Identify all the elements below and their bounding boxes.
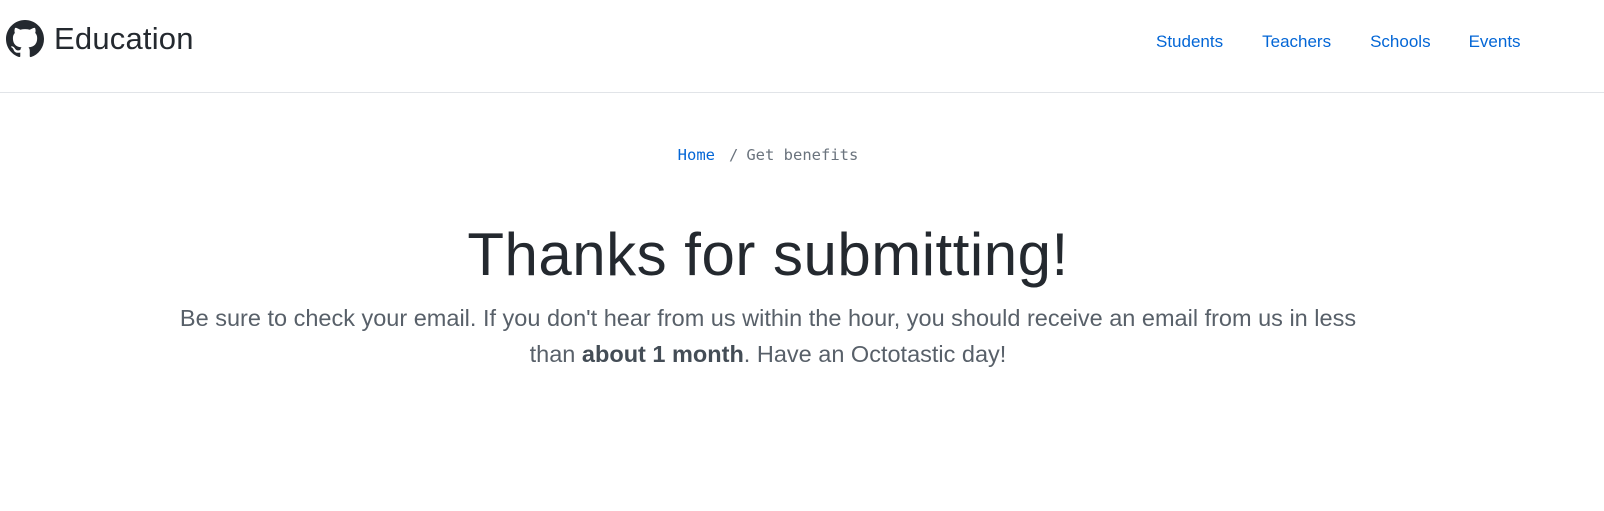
message-text-end: . Have an Octotastic day!: [743, 341, 1007, 367]
site-header: Education Students Teachers Schools Even…: [0, 0, 1604, 93]
main-nav: Students Teachers Schools Events: [1138, 30, 1541, 54]
confirmation-message: Be sure to check your email. If you don'…: [160, 300, 1376, 372]
message-eta: about 1 month: [581, 341, 744, 367]
nav-link-events[interactable]: Events: [1451, 30, 1539, 54]
breadcrumb-separator: /: [729, 146, 739, 164]
breadcrumb: Home / Get benefits: [0, 143, 1536, 167]
brand-link[interactable]: Education: [6, 19, 194, 59]
breadcrumb-current: Get benefits: [746, 146, 859, 164]
brand-name: Education: [54, 21, 194, 56]
github-octocat-icon: [6, 20, 44, 58]
nav-link-teachers[interactable]: Teachers: [1243, 30, 1350, 54]
breadcrumb-home-link[interactable]: Home: [678, 146, 715, 164]
nav-link-schools[interactable]: Schools: [1352, 30, 1448, 54]
page-title: Thanks for submitting!: [467, 221, 1069, 288]
nav-link-students[interactable]: Students: [1138, 30, 1241, 54]
